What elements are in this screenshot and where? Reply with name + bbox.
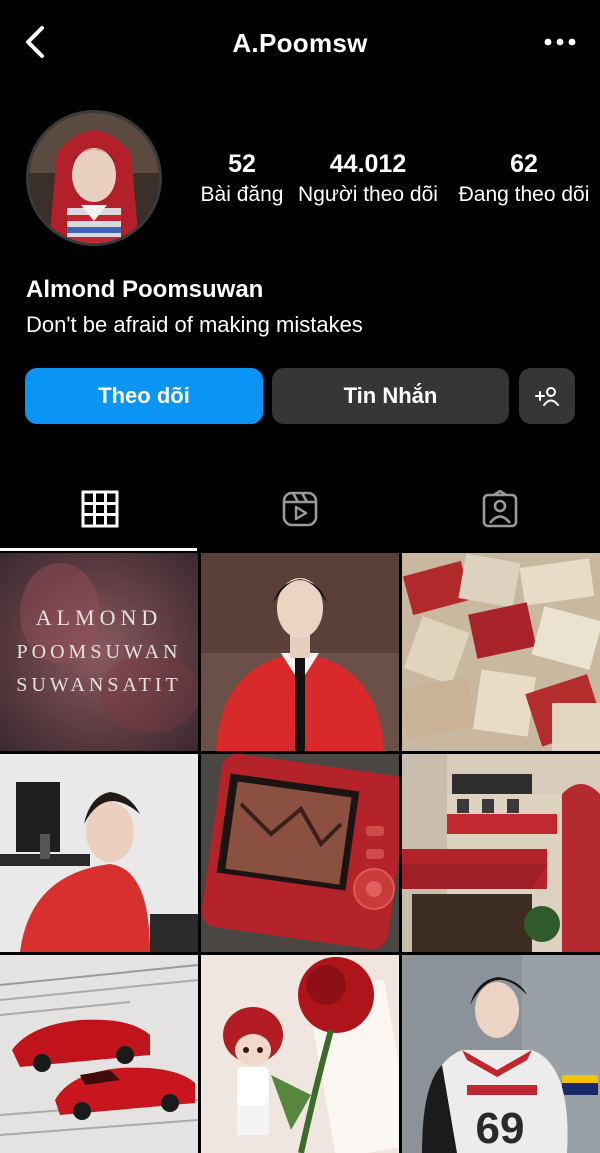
stat-followers[interactable]: 44.012 Người theo dõi bbox=[288, 148, 448, 210]
profile-tabs bbox=[0, 466, 600, 552]
reels-icon bbox=[282, 491, 318, 527]
tagged-person-icon bbox=[482, 490, 518, 528]
stat-following-value: 62 bbox=[510, 150, 538, 178]
post-thumbnail[interactable]: 69 bbox=[402, 955, 600, 1153]
post-title-line-2: POOMSUWAN bbox=[17, 641, 182, 663]
post-title-line-1: ALMOND bbox=[36, 605, 163, 630]
bio-text: Don't be afraid of making mistakes bbox=[26, 312, 363, 337]
stat-following[interactable]: 62 Đang theo dõi bbox=[448, 148, 600, 210]
display-name: Almond Poomsuwan bbox=[26, 276, 264, 303]
posts-grid: ALMOND POOMSUWAN SUWANSATIT 69 bbox=[0, 553, 600, 1153]
tab-posts[interactable] bbox=[0, 466, 200, 552]
stat-posts-value: 52 bbox=[228, 150, 256, 178]
add-person-icon bbox=[535, 387, 559, 406]
stat-following-label: Đang theo dõi bbox=[458, 183, 590, 206]
profile-header: A.Poomsw bbox=[0, 0, 600, 88]
grid-icon bbox=[81, 490, 119, 528]
profile-stats: 52 Bài đăng 44.012 Người theo dõi 62 Đan… bbox=[190, 148, 600, 218]
stat-followers-label: Người theo dõi bbox=[298, 183, 438, 206]
post-title-line-3: SUWANSATIT bbox=[16, 674, 182, 696]
post-thumbnail[interactable] bbox=[201, 553, 399, 751]
more-options-button[interactable] bbox=[540, 30, 580, 54]
message-button[interactable]: Tin Nhắn bbox=[272, 368, 509, 424]
post-thumbnail[interactable] bbox=[201, 754, 399, 952]
more-horizontal-icon bbox=[544, 38, 576, 46]
stat-posts-label: Bài đăng bbox=[200, 183, 284, 206]
avatar-ring[interactable] bbox=[26, 110, 162, 246]
stat-posts[interactable]: 52 Bài đăng bbox=[190, 148, 294, 210]
stat-followers-value: 44.012 bbox=[329, 150, 407, 178]
suggest-people-button[interactable] bbox=[519, 368, 575, 424]
follow-button[interactable]: Theo dõi bbox=[25, 368, 263, 424]
avatar bbox=[29, 113, 159, 243]
tab-tagged[interactable] bbox=[400, 466, 600, 552]
post-thumbnail[interactable] bbox=[402, 553, 600, 751]
tab-reels[interactable] bbox=[200, 466, 400, 552]
post-thumbnail[interactable] bbox=[0, 754, 198, 952]
post-thumbnail[interactable] bbox=[0, 955, 198, 1153]
active-tab-indicator bbox=[0, 548, 197, 551]
header-username: A.Poomsw bbox=[232, 28, 368, 58]
svg-text:69: 69 bbox=[476, 1104, 525, 1153]
post-thumbnail[interactable] bbox=[402, 754, 600, 952]
post-thumbnail[interactable]: ALMOND POOMSUWAN SUWANSATIT bbox=[0, 553, 198, 751]
post-thumbnail[interactable] bbox=[201, 955, 399, 1153]
